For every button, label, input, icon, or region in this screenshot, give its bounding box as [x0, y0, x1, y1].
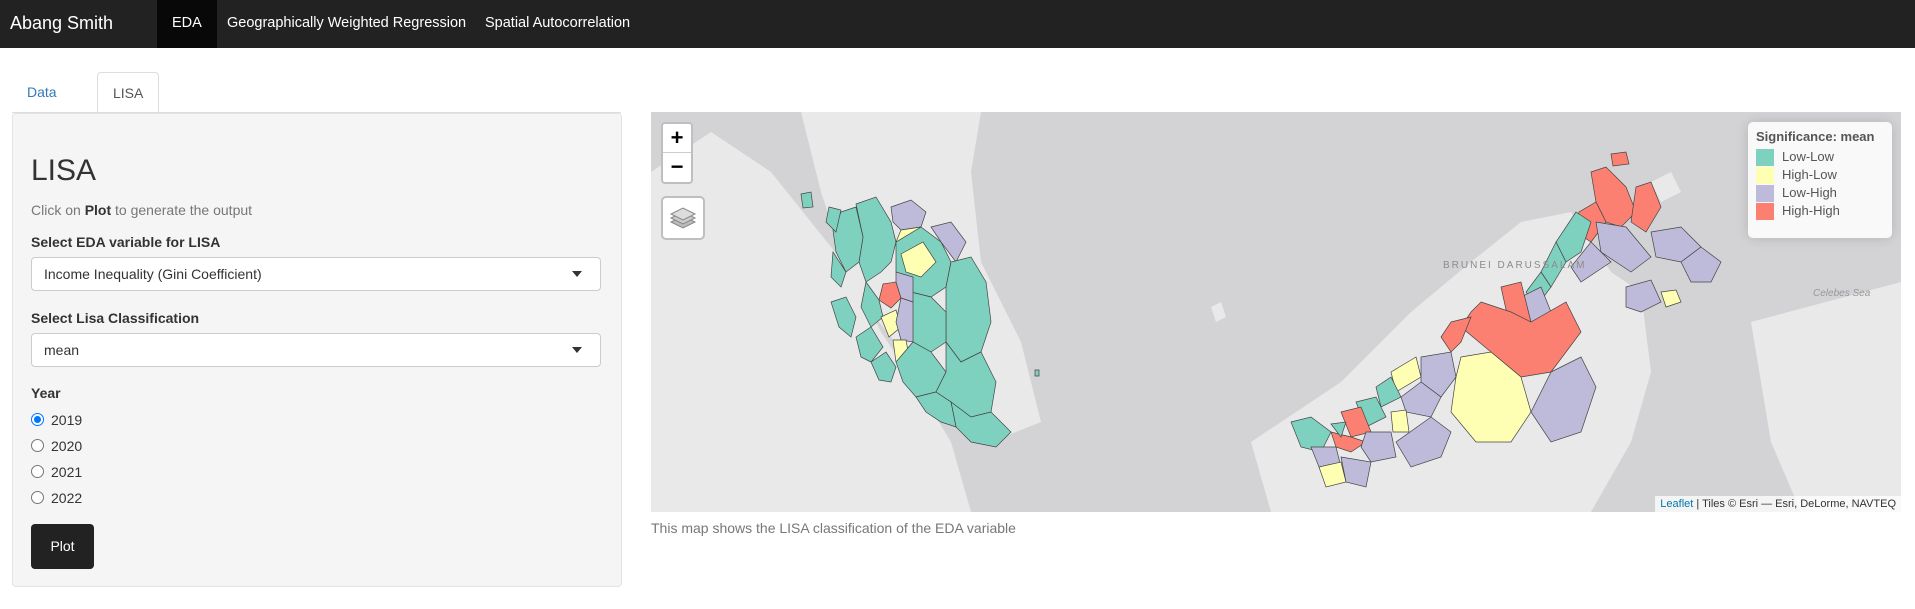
top-navbar: Abang Smith EDA Geographically Weighted …: [0, 0, 1915, 48]
year-option-label: 2021: [51, 464, 83, 480]
radio-button[interactable]: [31, 439, 44, 452]
plot-button[interactable]: Plot: [31, 524, 94, 569]
legend-swatch: [1756, 203, 1774, 220]
nav-tab-gwr[interactable]: Geographically Weighted Regression: [212, 0, 481, 48]
classification-select[interactable]: mean: [31, 333, 601, 367]
variable-select[interactable]: Income Inequality (Gini Coefficient): [31, 257, 601, 291]
map-label-celebes-sea: Celebes Sea: [1813, 288, 1871, 299]
nav-tab-spatial-autocorrelation[interactable]: Spatial Autocorrelation: [470, 0, 645, 48]
radio-button[interactable]: [31, 465, 44, 478]
lisa-map[interactable]: BRUNEI DARUSSALAM Celebes Sea + − Signif…: [651, 112, 1901, 512]
region-low-low: [1034, 369, 1040, 377]
app-brand[interactable]: Abang Smith: [10, 0, 113, 48]
legend-item-low-high: Low-High: [1756, 184, 1884, 202]
classification-select-value: mean: [44, 342, 80, 358]
classification-label: Select Lisa Classification: [31, 310, 200, 326]
layers-control-button[interactable]: [661, 196, 705, 240]
panel-title: LISA: [31, 154, 97, 187]
radio-button[interactable]: [31, 413, 44, 426]
legend-title: Significance: mean: [1756, 129, 1875, 144]
legend-item-low-low: Low-Low: [1756, 148, 1884, 166]
map-caption: This map shows the LISA classification o…: [651, 520, 1016, 536]
land-island: [1211, 302, 1226, 322]
sidebar-panel: LISA Click on Plot to generate the outpu…: [12, 113, 622, 587]
legend-swatch: [1756, 167, 1774, 184]
legend-item-high-high: High-High: [1756, 202, 1884, 220]
land-sulawesi: [1751, 282, 1901, 512]
nav-tab-eda[interactable]: EDA: [157, 0, 217, 48]
layers-icon: [669, 207, 697, 229]
variable-select-value: Income Inequality (Gini Coefficient): [44, 266, 262, 282]
legend-label: High-High: [1782, 203, 1840, 218]
map-canvas[interactable]: [651, 112, 1901, 512]
leaflet-link[interactable]: Leaflet: [1660, 498, 1693, 510]
legend-item-high-low: High-Low: [1756, 166, 1884, 184]
legend-label: High-Low: [1782, 167, 1837, 182]
tab-data-set[interactable]: Data Set: [12, 72, 72, 140]
tab-lisa[interactable]: LISA: [97, 72, 160, 113]
map-attribution: Leaflet | Tiles © Esri — Esri, DeLorme, …: [1655, 496, 1901, 512]
year-option-label: 2019: [51, 412, 83, 428]
region-low-low: [800, 191, 814, 209]
legend-label: Low-High: [1782, 185, 1837, 200]
chevron-down-icon: [572, 347, 582, 353]
year-option-label: 2022: [51, 490, 83, 506]
hint-suffix: to generate the output: [111, 202, 253, 218]
zoom-in-button[interactable]: +: [663, 124, 691, 153]
region-high-low: [1660, 289, 1682, 308]
panel-hint: Click on Plot to generate the output: [31, 202, 252, 218]
variable-label: Select EDA variable for LISA: [31, 234, 221, 250]
legend-swatch: [1756, 149, 1774, 166]
map-legend: Significance: mean Low-Low High-Low Low-…: [1748, 122, 1892, 238]
radio-button[interactable]: [31, 491, 44, 504]
map-label-brunei: BRUNEI DARUSSALAM: [1443, 260, 1587, 271]
legend-swatch: [1756, 185, 1774, 202]
hint-bold: Plot: [84, 202, 112, 218]
zoom-control: + −: [661, 122, 693, 184]
region-low-high: [1625, 279, 1662, 313]
year-option-label: 2020: [51, 438, 83, 454]
zoom-out-button[interactable]: −: [663, 153, 691, 182]
chevron-down-icon: [572, 271, 582, 277]
attribution-text: | Tiles © Esri — Esri, DeLorme, NAVTEQ: [1693, 498, 1896, 510]
legend-label: Low-Low: [1782, 149, 1835, 164]
year-label: Year: [31, 385, 61, 401]
region-high-high: [1610, 151, 1630, 167]
region-high-low: [1390, 409, 1410, 433]
hint-prefix: Click on: [31, 202, 85, 218]
